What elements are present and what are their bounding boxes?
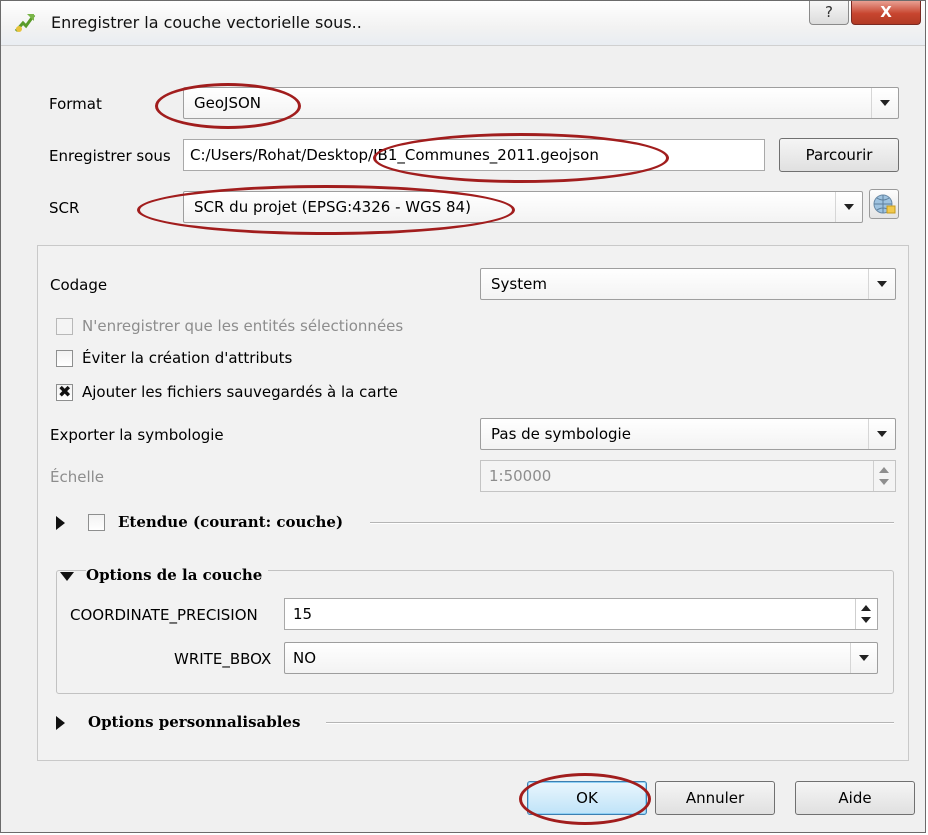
help-button[interactable]: Aide [795,781,915,815]
qgis-icon [14,14,36,32]
chevron-down-icon [868,269,895,299]
format-value: GeoJSON [194,94,262,112]
spin-arrows-icon [873,461,895,491]
browse-button[interactable]: Parcourir [779,138,899,172]
coord-precision-label: COORDINATE_PRECISION [70,606,258,624]
spin-arrows-icon [855,599,877,629]
save-vector-layer-dialog: Enregistrer la couche vectorielle sous..… [0,0,926,833]
symbology-label: Exporter la symbologie [50,426,224,444]
window-title: Enregistrer la couche vectorielle sous.. [51,13,362,32]
crs-label: SCR [49,199,80,217]
globe-icon [873,194,896,214]
coord-precision-value: 15 [293,605,313,623]
write-bbox-label: WRITE_BBOX [174,650,272,668]
collapse-arrow-icon[interactable] [60,572,74,581]
coord-precision-spinbox[interactable]: 15 [284,598,878,630]
layer-options-group [56,570,894,694]
layer-options-title[interactable]: Options de la couche [86,566,269,584]
checkmark-icon: ✖ [58,382,72,401]
help-title-button[interactable]: ? [809,1,849,25]
divider [326,722,894,724]
extent-section-title[interactable]: Etendue (courant: couche) [118,513,343,531]
expand-arrow-icon[interactable] [56,716,65,730]
add-to-map-checkbox[interactable]: ✖ [56,382,73,401]
chevron-down-icon [850,643,877,673]
scale-spinbox[interactable]: 1:50000 [480,460,896,492]
format-label: Format [49,95,102,113]
add-to-map-label: Ajouter les fichiers sauvegardés à la ca… [82,383,398,401]
write-bbox-value: NO [293,649,317,667]
save-as-field[interactable] [183,139,765,171]
cancel-button[interactable]: Annuler [655,781,775,815]
custom-options-title[interactable]: Options personnalisables [88,713,300,731]
format-select[interactable]: GeoJSON [183,87,899,119]
crs-select[interactable]: SCR du projet (EPSG:4326 - WGS 84) [183,191,863,223]
encoding-select[interactable]: System [480,268,896,300]
selected-only-checkbox[interactable] [56,318,73,335]
encoding-value: System [491,275,547,293]
options-panel: Codage System N'enregistrer que les enti… [37,245,909,761]
chevron-down-icon [868,419,895,449]
save-as-input[interactable] [184,140,764,170]
chevron-down-icon [871,88,898,118]
title-bar: Enregistrer la couche vectorielle sous..… [1,1,925,46]
save-as-label: Enregistrer sous [49,147,171,165]
extent-checkbox[interactable] [88,514,105,531]
crs-value: SCR du projet (EPSG:4326 - WGS 84) [194,198,471,216]
scale-value: 1:50000 [489,467,552,485]
encoding-label: Codage [50,276,108,294]
expand-arrow-icon[interactable] [56,516,65,530]
crs-selector-button[interactable] [869,189,899,219]
write-bbox-select[interactable]: NO [284,642,878,674]
ok-button[interactable]: OK [527,781,647,815]
close-button[interactable]: X [851,1,921,25]
symbology-value: Pas de symbologie [491,425,631,443]
skip-attributes-label: Éviter la création d'attributs [82,349,293,367]
selected-only-label: N'enregistrer que les entités sélectionn… [82,317,404,335]
chevron-down-icon [835,192,862,222]
scale-label: Échelle [50,468,105,486]
symbology-select[interactable]: Pas de symbologie [480,418,896,450]
skip-attributes-checkbox[interactable] [56,350,73,367]
divider [370,522,894,524]
